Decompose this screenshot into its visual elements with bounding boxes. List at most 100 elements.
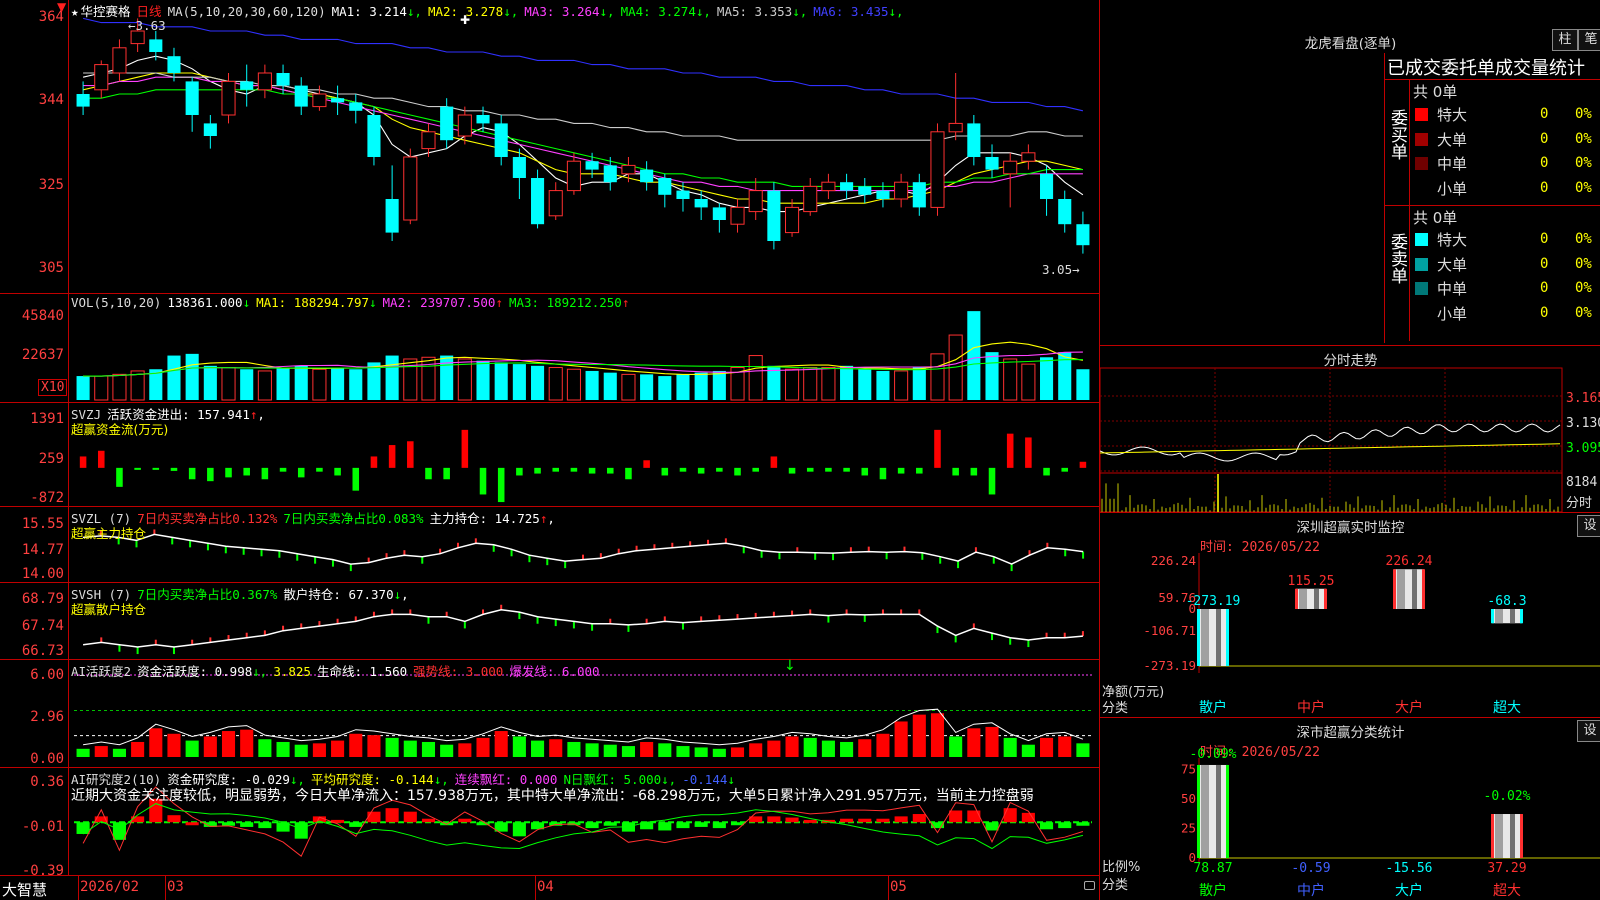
classify-top-label: -0.09% <box>1190 747 1237 762</box>
candle-body <box>240 81 254 90</box>
realtime-monitor-panel[interactable]: 深圳超赢实时监控 设 时间: 2026/05/22 226.24 59.76 0 -1… <box>1100 513 1600 718</box>
activity-bar <box>1040 737 1054 757</box>
candle-body <box>440 106 454 141</box>
fund-flow-bar <box>461 429 469 468</box>
activity-bar <box>712 748 726 757</box>
order-count: 0 <box>1540 304 1549 321</box>
activity-bar <box>858 739 872 757</box>
research-bar <box>985 822 999 831</box>
candle-body <box>930 131 945 208</box>
research-bar <box>221 822 236 826</box>
volume-bar <box>476 360 490 400</box>
tick-mode-button[interactable]: 笔 <box>1578 29 1600 51</box>
color-swatch <box>1415 282 1428 295</box>
low-marker: 3.05→ <box>1042 262 1080 277</box>
candle-body <box>785 206 800 234</box>
chart-area[interactable]: 364 344 325 305 ▼ ✚ ★ 华控赛格 日线 MA(5,10,20,30… <box>0 0 1099 900</box>
candle-body <box>476 115 490 124</box>
fund-flow-bar <box>588 467 596 474</box>
volume-bar <box>930 353 945 401</box>
activity-bar <box>567 741 581 757</box>
color-swatch <box>1415 306 1428 320</box>
retail-holding-panel[interactable]: 68.79 67.74 66.73 SVSH (7) 7日内买卖净占比0.367%… <box>0 583 1099 660</box>
candle-body <box>858 186 872 195</box>
ai-activity-strong-line: 强势线: 3.000 <box>413 664 504 679</box>
lock-icon[interactable] <box>1084 881 1095 890</box>
research-bar <box>458 818 472 823</box>
research-bar <box>1058 822 1072 829</box>
classify-panel[interactable]: 深市超赢分类统计 设 时间: 2026/05/22 75 50 25 0 78.87 散户… <box>1100 718 1600 900</box>
intraday-volume-label: 8184 <box>1566 475 1598 490</box>
intraday-tick: 3.095 <box>1566 441 1600 456</box>
date-label: 05 <box>890 879 907 895</box>
fund-flow-bar <box>279 467 287 472</box>
candle-body <box>712 207 726 220</box>
ai-activity-panel[interactable]: 6.00 2.96 0.00 AI活跃度2 资金活跃度: 0.998↓, 3.825… <box>0 658 1099 768</box>
stock-name: 华控赛格 <box>80 4 131 19</box>
volume-ma2: MA2: 239707.500 <box>382 295 496 310</box>
activity-bar <box>331 740 345 757</box>
intraday-panel[interactable]: 分时走势 3.165 3.130 3.095 8184 分时 <box>1100 346 1600 513</box>
price-chart[interactable]: ✚ <box>0 0 1099 293</box>
fund-flow-bar <box>643 460 650 468</box>
order-count: 0 <box>1540 255 1549 272</box>
bar-mode-button[interactable]: 柱 <box>1552 29 1578 51</box>
color-swatch <box>1415 132 1428 146</box>
classify-bar-shade <box>1201 764 1209 858</box>
classify-chart[interactable]: 755025078.87散户-0.59中户-15.56大户37.29超大-0.0… <box>1100 718 1600 900</box>
monitor-chart[interactable]: 226.2459.760-106.71-273.19-273.19散户115.2… <box>1100 513 1600 717</box>
classify-tick: 25 <box>1181 821 1196 836</box>
activity-bar <box>531 740 545 757</box>
volume-bar <box>603 372 617 400</box>
volume-bar <box>130 370 145 401</box>
activity-bar <box>476 737 490 757</box>
ma-readout: MA1: 3.214 <box>331 4 407 19</box>
candle-body <box>876 190 890 199</box>
volume-chart[interactable] <box>0 294 1099 402</box>
activity-bar <box>94 746 108 757</box>
research-bar <box>421 818 436 823</box>
activity-bar <box>676 746 690 757</box>
monitor-category: 散户 <box>1199 699 1227 716</box>
classify-bar-edge <box>1197 764 1200 858</box>
price-panel[interactable]: 364 344 325 305 ▼ ✚ ★ 华控赛格 日线 MA(5,10,20,30… <box>0 0 1099 294</box>
color-swatch <box>1415 233 1428 246</box>
candle-body <box>1058 199 1072 225</box>
monitor-tick: -106.71 <box>1143 623 1196 638</box>
main-holding-panel[interactable]: 15.55 14.77 14.00 SVZL (7) 7日内买卖净占比0.132%… <box>0 507 1099 583</box>
activity-bar <box>1003 737 1017 757</box>
candle-body <box>331 98 345 103</box>
monitor-tick: 226.24 <box>1151 553 1196 568</box>
activity-bar <box>221 731 236 757</box>
order-stats-panel: 龙虎看盘(逐单) 柱 笔 已成交委托单成交量统计 委买单 委卖单 共 0单 共 … <box>1100 0 1600 346</box>
candle-body <box>585 161 599 170</box>
activity-bar <box>112 748 126 757</box>
retail-holding-label: 超赢散户持仓 <box>71 602 147 617</box>
activity-bar <box>967 728 981 757</box>
research-bar <box>367 811 381 823</box>
fund-flow-panel[interactable]: 1391 259 -872 SVZJ 活跃资金进出: 157.941↑, 超赢资金… <box>0 403 1099 507</box>
research-bar <box>385 808 399 823</box>
ai-research-comment: 近期大资金关注度较低，明显弱势，今日大单净流入：157.938万元，其中特大单净… <box>71 788 1034 804</box>
period-label[interactable]: 日线 <box>137 4 162 19</box>
order-percent: 0% <box>1575 130 1592 147</box>
monitor-tick: -273.19 <box>1143 658 1196 673</box>
intraday-chart[interactable] <box>1100 346 1600 512</box>
ai-research-panel[interactable]: 0.36 -0.01 -0.39 AI研究度2(10) 资金研究度: -0.029… <box>0 768 1099 879</box>
monitor-bar-edge <box>1491 609 1494 624</box>
monitor-value-label: 226.24 <box>1386 554 1433 569</box>
candle-body <box>203 123 217 136</box>
research-bar <box>349 822 363 827</box>
favorite-star-icon[interactable]: ★ <box>71 4 79 19</box>
date-label: 2026/02 <box>80 879 140 895</box>
ma-label: MA(5,10,20,30,60,120) <box>167 4 326 19</box>
fund-flow-bar <box>843 467 850 472</box>
candle-body <box>457 114 472 137</box>
candle-body <box>167 56 181 73</box>
activity-bar <box>785 736 799 757</box>
candle-body <box>694 199 708 208</box>
date-tick <box>535 876 536 900</box>
holding-line <box>83 609 1083 648</box>
volume-panel[interactable]: 45840 22637 X10 VOL(5,10,20) 138361.000↓ M… <box>0 294 1099 403</box>
activity-bar <box>985 726 999 757</box>
